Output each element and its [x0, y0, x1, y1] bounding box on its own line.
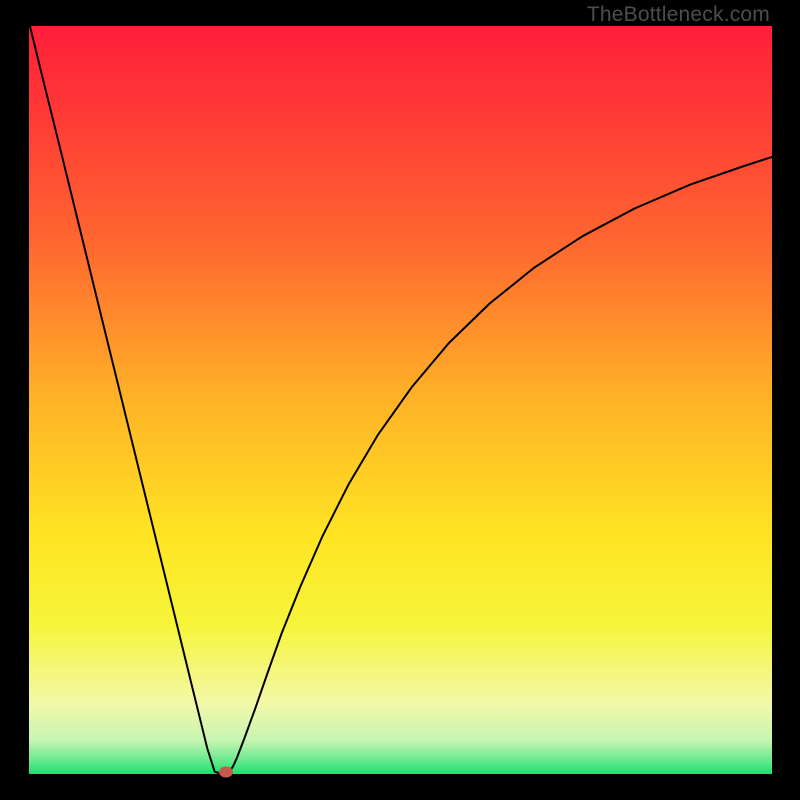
watermark-text: TheBottleneck.com: [587, 3, 770, 27]
optimal-point-marker: [219, 766, 233, 777]
bottleneck-curve: [29, 26, 772, 774]
plot-area: [29, 26, 772, 774]
chart-frame: TheBottleneck.com: [0, 0, 800, 800]
